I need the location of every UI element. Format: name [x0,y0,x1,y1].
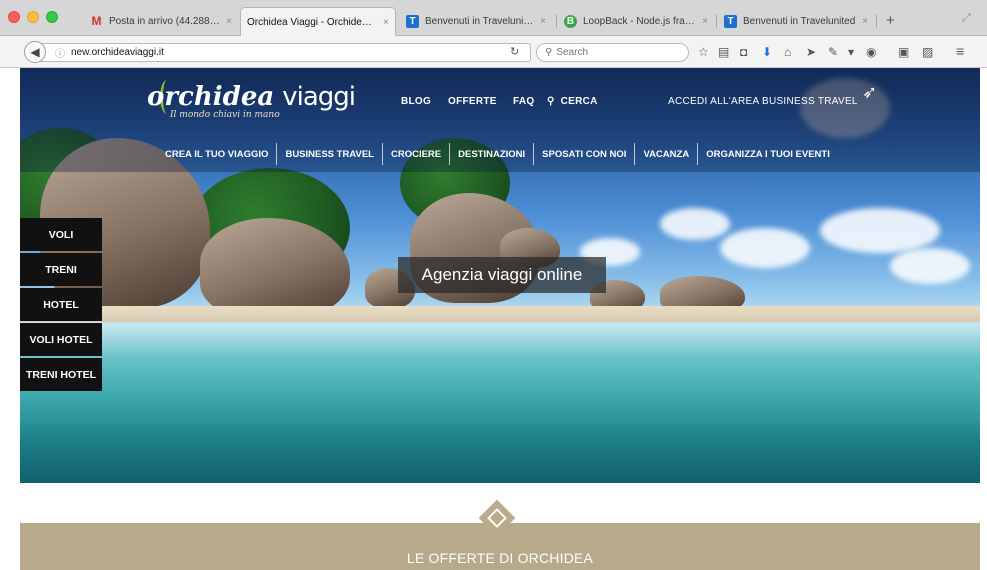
nav-cerca-label: CERCA [560,96,598,107]
logo-viaggi-text: viaggi [282,82,356,112]
travelunited-icon: T [406,15,419,28]
send-icon[interactable]: ➤ [806,45,816,59]
tab-title: Posta in arrivo (44.288) - ... [109,16,221,27]
tab-separator [556,14,557,28]
tab-separator [876,14,877,28]
offers-title: LE OFFERTE DI ORCHIDEA [406,550,594,566]
window-close-button[interactable] [8,11,20,23]
browser-nav-bar: ⓘ new.orchideaviaggi.it ◀ ↻ ⚲ ☆ ▤ ◘ ⬇ ⌂ … [0,36,987,68]
mainnav-crea-viaggio[interactable]: CREA IL TUO VIAGGIO [157,149,276,160]
tab-title: Orchidea Viaggi - Orchidea Vi... [247,16,378,28]
tab-title: LoopBack - Node.js frame... [583,16,697,27]
mainnav-crociere[interactable]: CROCIERE [383,149,449,160]
nav-cerca[interactable]: ⚲ CERCA [547,96,598,107]
hero-banner: orchidea viaggi Il mondo chiavi in mano … [20,68,980,483]
tab-close-icon[interactable]: × [702,16,708,27]
screenshot-icon[interactable]: ✎ [828,45,838,59]
gmail-icon: M [91,14,102,28]
tab-orchidea[interactable]: Orchidea Viaggi - Orchidea Vi... × [240,7,396,36]
notes-icon[interactable]: ▨ [922,45,933,59]
url-prefix: new. [71,47,92,58]
search-box[interactable]: ⚲ [536,43,689,62]
site-logo[interactable]: orchidea viaggi [147,82,356,112]
tab-close-icon[interactable]: × [383,17,389,28]
window-minimize-button[interactable] [27,11,39,23]
tab-gmail[interactable]: M Posta in arrivo (44.288) - ... × [84,7,238,36]
mainnav-destinazioni[interactable]: DESTINAZIONI [450,149,533,160]
download-icon[interactable]: ⬇ [762,45,772,59]
home-icon[interactable]: ⌂ [784,45,791,59]
side-item-treni-hotel[interactable]: TRENI HOTEL [20,358,102,391]
url-host: orchideaviaggi.it [91,47,164,58]
dropdown-icon[interactable]: ▾ [848,45,854,59]
fullscreen-icon[interactable]: ⤢ [962,12,971,25]
search-icon: ⚲ [547,96,555,107]
loopback-icon: B [564,15,577,28]
mainnav-eventi[interactable]: ORGANIZZA I TUOI EVENTI [698,149,838,160]
tab-loopback[interactable]: B LoopBack - Node.js frame... × [558,7,714,36]
side-booking-menu: VOLI TRENI HOTEL VOLI HOTEL TRENI HOTEL [20,218,102,393]
menu-icon[interactable]: ≡ [956,43,964,59]
paper-plane-icon: ➶ [862,82,878,102]
side-item-treni[interactable]: TRENI [20,253,102,286]
nav-offerte[interactable]: OFFERTE [448,96,497,107]
mainnav-sposati[interactable]: SPOSATI CON NOI [534,149,634,160]
side-item-hotel[interactable]: HOTEL [20,288,102,321]
search-icon: ⚲ [545,47,553,58]
mainnav-business-travel[interactable]: BUSINESS TRAVEL [277,149,382,160]
cloud-shape [820,208,940,253]
window-maximize-button[interactable] [46,11,58,23]
cloud-shape [890,248,970,284]
tab-close-icon[interactable]: × [862,16,868,27]
nav-faq[interactable]: FAQ [513,96,534,107]
tab-travelunited-2[interactable]: T Benvenuti in Travelunited × [718,7,874,36]
new-tab-button[interactable]: + [886,12,895,29]
hero-title: Agenzia viaggi online [398,257,606,293]
mainnav-vacanza[interactable]: VACANZA [635,149,697,160]
back-arrow-icon: ◀ [30,45,40,59]
cloud-shape [660,208,730,240]
adblock-icon[interactable]: ◉ [866,45,876,59]
tab-title: Benvenuti in Travelunited [743,16,856,27]
browser-tab-bar: M Posta in arrivo (44.288) - ... × Orchi… [0,0,987,36]
reload-icon[interactable]: ↻ [510,45,519,58]
pocket-icon[interactable]: ◘ [740,45,747,59]
logo-orchidea-text: orchidea [147,82,275,112]
back-button[interactable]: ◀ [24,41,46,63]
side-item-voli-hotel[interactable]: VOLI HOTEL [20,323,102,356]
travelunited-icon: T [724,15,737,28]
tab-close-icon[interactable]: × [540,16,546,27]
logo-tagline: Il mondo chiavi in mano [170,110,280,120]
tab-close-icon[interactable]: × [226,16,232,27]
reading-list-icon[interactable]: ▤ [718,45,729,59]
page-content: orchidea viaggi Il mondo chiavi in mano … [0,68,987,570]
search-input[interactable] [556,47,677,58]
tab-title: Benvenuti in Travelunited [425,16,535,27]
cloud-shape [720,228,810,268]
tab-separator [716,14,717,28]
side-item-voli[interactable]: VOLI [20,218,102,251]
tab-travelunited[interactable]: T Benvenuti in Travelunited × [400,7,552,36]
bookmark-star-icon[interactable]: ☆ [698,45,709,59]
nav-blog[interactable]: BLOG [401,96,431,107]
info-icon[interactable]: ⓘ [55,45,65,60]
url-bar[interactable]: ⓘ new. orchideaviaggi.it [40,43,531,62]
extension-icon[interactable]: ▣ [898,45,909,59]
nav-business-area[interactable]: ACCEDI ALL'AREA BUSINESS TRAVEL [668,96,858,107]
main-navigation: CREA IL TUO VIAGGIO BUSINESS TRAVEL CROC… [157,142,838,166]
beach-sand [20,306,980,322]
